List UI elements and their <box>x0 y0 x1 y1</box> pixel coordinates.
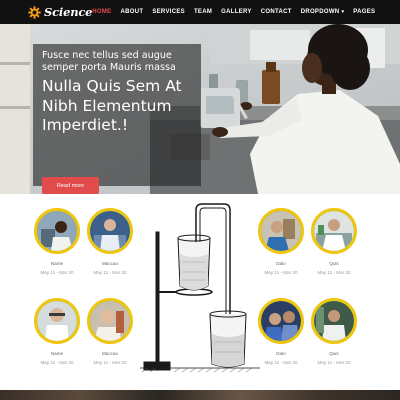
team-member-name: Maccao <box>101 351 119 356</box>
team-member-avatar[interactable] <box>87 298 133 344</box>
nav-pages[interactable]: PAGES <box>353 9 375 15</box>
team-member-avatar[interactable] <box>34 208 80 254</box>
team-member-name: Name <box>50 261 64 266</box>
main-nav: HOME ABOUT SERVICES TEAM GALLERY CONTACT… <box>92 0 375 24</box>
navbar: Science HOME ABOUT SERVICES TEAM GALLERY… <box>0 0 400 24</box>
team-member-name: Dalo <box>276 351 286 356</box>
nav-about[interactable]: ABOUT <box>120 9 143 15</box>
team-member-card: Maccao May 11 - Mar 20 <box>85 208 135 275</box>
nav-team[interactable]: TEAM <box>194 9 212 15</box>
team-member-avatar[interactable] <box>258 208 304 254</box>
nav-contact[interactable]: CONTACT <box>261 9 292 15</box>
team-member-card: Dalo May 11 - Mar 20 <box>256 298 306 365</box>
hero-subtitle: Fusce nec tellus sed augue semper porta … <box>42 50 176 73</box>
hero-banner: Fusce nec tellus sed augue semper porta … <box>0 24 400 194</box>
team-member-date: May 11 - Mar 20 <box>93 270 127 275</box>
team-member-avatar[interactable] <box>34 298 80 344</box>
team-member-name: Quis <box>329 261 339 266</box>
read-more-button[interactable]: Read more <box>42 177 99 194</box>
team-member-card: Quis May 11 - Mar 20 <box>309 208 359 275</box>
nav-services[interactable]: SERVICES <box>152 9 185 15</box>
hero-caption: Fusce nec tellus sed augue semper porta … <box>33 44 201 194</box>
team-member-avatar[interactable] <box>311 298 357 344</box>
nav-gallery[interactable]: GALLERY <box>221 9 252 15</box>
brand-logo[interactable]: Science <box>28 0 92 24</box>
team-member-date: May 11 - Mar 20 <box>264 270 298 275</box>
team-member-date: May 11 - Mar 20 <box>264 360 298 365</box>
team-member-name: Quis <box>329 351 339 356</box>
brand-name: Science <box>44 5 93 19</box>
team-member-avatar[interactable] <box>258 298 304 344</box>
team-member-avatar[interactable] <box>311 208 357 254</box>
team-member-card: Quis May 11 - Mar 20 <box>309 298 359 365</box>
gear-icon <box>28 5 41 19</box>
team-member-name: Maccao <box>101 261 119 266</box>
team-member-date: May 11 - Mar 20 <box>40 270 74 275</box>
team-member-card: Name May 11 - Mar 20 <box>32 208 82 275</box>
team-member-date: May 11 - Mar 20 <box>317 360 351 365</box>
team-member-date: May 11 - Mar 20 <box>317 270 351 275</box>
footer-image-strip <box>0 390 400 400</box>
chevron-down-icon: ▾ <box>341 9 345 15</box>
nav-dropdown[interactable]: DROPDOWN ▾ <box>301 9 345 15</box>
team-member-avatar[interactable] <box>87 208 133 254</box>
team-member-card: Maccao May 11 - Mar 20 <box>85 298 135 365</box>
team-member-card: Dalo May 11 - Mar 20 <box>256 208 306 275</box>
nav-home[interactable]: HOME <box>92 9 111 15</box>
hero-title: Nulla Quis Sem At Nibh Elementum Imperdi… <box>42 77 182 134</box>
team-member-name: Dalo <box>276 261 286 266</box>
team-member-date: May 11 - Mar 20 <box>93 360 127 365</box>
team-member-date: May 11 - Mar 20 <box>40 360 74 365</box>
lab-apparatus-illustration <box>140 203 260 373</box>
team-member-card: Name May 11 - Mar 20 <box>32 298 82 365</box>
team-section: Name May 11 - Mar 20 Maccao May 11 - Mar… <box>0 194 400 390</box>
team-member-name: Name <box>50 351 64 356</box>
nav-dropdown-label: DROPDOWN <box>300 9 340 15</box>
